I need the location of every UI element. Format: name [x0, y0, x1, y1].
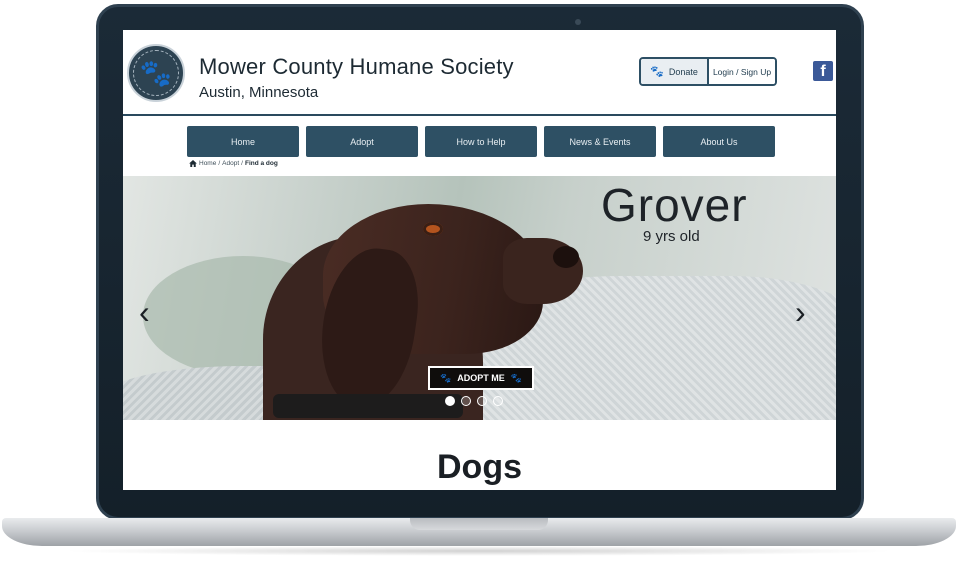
breadcrumb-current: Find a dog: [244, 160, 278, 167]
breadcrumb-home[interactable]: Home: [199, 160, 216, 167]
donate-button[interactable]: 🐾 Donate: [641, 59, 709, 84]
laptop-screen: 🐾 Mower County Humane Society Austin, Mi…: [123, 30, 836, 490]
nav-news-events[interactable]: News & Events: [544, 126, 656, 157]
account-buttons: 🐾 Donate Login / Sign Up: [639, 57, 777, 86]
nav-adopt[interactable]: Adopt: [306, 126, 418, 157]
carousel-dot[interactable]: [477, 396, 487, 406]
donate-label: Donate: [668, 66, 698, 77]
main-nav: Home Adopt How to Help News & Events Abo…: [187, 126, 775, 157]
laptop-shadow: [60, 546, 898, 556]
adopt-me-button[interactable]: 🐾 ADOPT ME 🐾: [428, 366, 534, 390]
section-title: Dogs: [437, 448, 522, 486]
org-name[interactable]: Mower County Humane Society: [199, 54, 514, 80]
carousel-dots: [445, 396, 503, 406]
org-location: Austin, Minnesota: [199, 84, 319, 101]
nav-about-us[interactable]: About Us: [663, 126, 775, 157]
paw-icon: 🐾: [440, 372, 452, 383]
paw-icon: 🐾: [510, 372, 522, 383]
login-signup-button[interactable]: Login / Sign Up: [709, 59, 775, 84]
webcam: [575, 19, 581, 25]
site-logo[interactable]: 🐾: [127, 44, 185, 102]
carousel-dot[interactable]: [445, 396, 455, 406]
pet-name: Grover: [601, 179, 748, 231]
paw-icon: 🐾: [650, 66, 664, 78]
breadcrumb-adopt[interactable]: Adopt: [222, 160, 239, 167]
chevron-right-icon[interactable]: ›: [795, 294, 806, 331]
pet-age: 9 yrs old: [643, 228, 700, 245]
hero-carousel: Grover 9 yrs old ‹ › 🐾 ADOPT ME 🐾: [123, 176, 836, 420]
nav-home[interactable]: Home: [187, 126, 299, 157]
chevron-left-icon[interactable]: ‹: [139, 294, 150, 331]
carousel-dot[interactable]: [461, 396, 471, 406]
home-icon: [189, 160, 197, 167]
login-label: Login / Sign Up: [712, 66, 772, 77]
carousel-dot[interactable]: [493, 396, 503, 406]
adopt-me-label: ADOPT ME: [457, 373, 505, 383]
laptop-notch: [410, 518, 548, 530]
nav-how-to-help[interactable]: How to Help: [425, 126, 537, 157]
facebook-icon[interactable]: f: [813, 61, 833, 81]
site-header: 🐾 Mower County Humane Society Austin, Mi…: [123, 30, 836, 116]
breadcrumb: Home / Adopt / Find a dog: [189, 160, 278, 167]
